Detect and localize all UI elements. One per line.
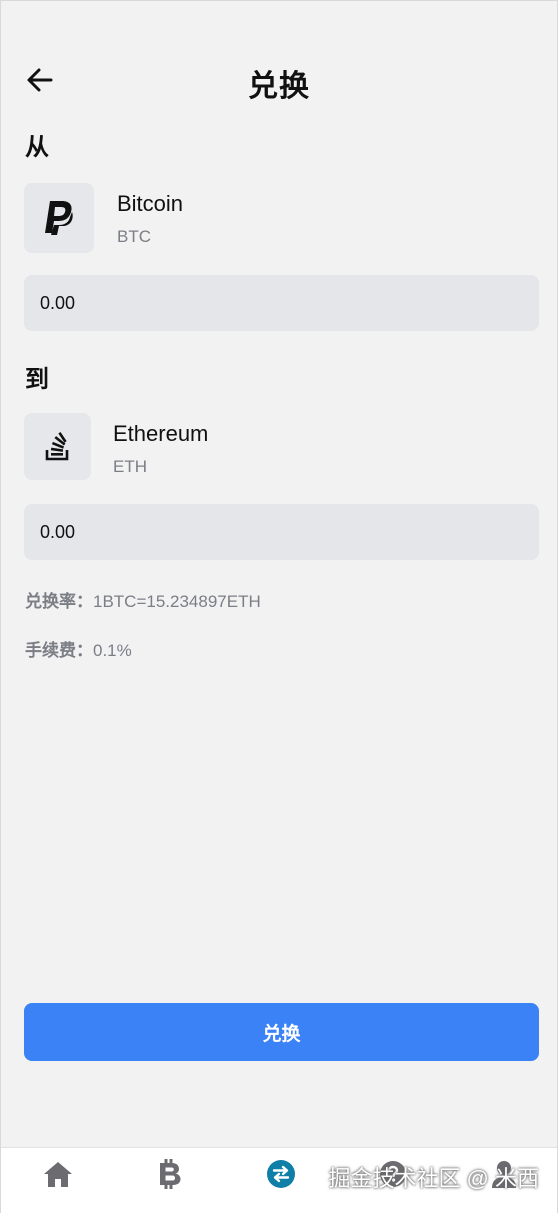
bitcoin-icon [160, 1159, 181, 1189]
tab-home[interactable] [23, 1148, 93, 1200]
to-amount-input[interactable] [24, 504, 539, 560]
exchange-icon [267, 1160, 295, 1188]
header: 兑换 [1, 57, 557, 105]
to-coin-icon-box [24, 413, 91, 480]
fee-value: 0.1% [93, 641, 132, 660]
to-coin-symbol: ETH [113, 457, 147, 476]
from-amount-input[interactable] [24, 275, 539, 331]
from-coin-icon-box [24, 183, 94, 253]
to-label: 到 [25, 366, 49, 393]
exchange-screen: 兑换 从 Bitcoin BTC 到 Ethereum [0, 0, 558, 1213]
exchange-rate-value: 1BTC=15.234897ETH [93, 592, 261, 611]
to-coin-selector[interactable]: Ethereum ETH [24, 413, 324, 481]
exchange-button[interactable]: 兑换 [24, 1003, 539, 1061]
page-title: 兑换 [248, 70, 310, 103]
stack-overflow-icon [45, 431, 68, 460]
from-coin-symbol: BTC [117, 227, 151, 246]
fee: 手续费：0.1% [25, 636, 132, 661]
home-icon [44, 1162, 72, 1187]
paypal-icon [45, 201, 73, 235]
from-coin-name: Bitcoin [117, 191, 184, 216]
from-label: 从 [25, 134, 49, 161]
to-coin-name: Ethereum [113, 421, 209, 446]
from-coin-selector[interactable]: Bitcoin BTC [24, 183, 324, 253]
exchange-rate-label: 兑换率： [25, 592, 93, 611]
tab-bitcoin[interactable] [135, 1148, 205, 1200]
exchange-rate: 兑换率：1BTC=15.234897ETH [25, 587, 261, 612]
watermark: 掘金技术社区 @ 米西 [328, 1166, 539, 1191]
bottom-tab-bar: 掘金技术社区 @ 米西 [1, 1147, 557, 1213]
tab-exchange[interactable] [246, 1148, 316, 1200]
fee-label: 手续费： [25, 641, 93, 660]
